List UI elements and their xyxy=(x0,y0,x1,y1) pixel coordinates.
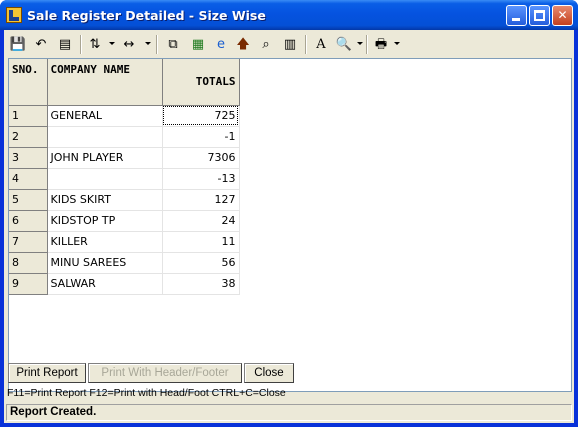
print-with-header-footer-button[interactable]: Print With Header/Footer xyxy=(88,363,242,383)
table-row[interactable]: 4 -13 xyxy=(9,168,240,190)
printer-icon[interactable]: 🖶 xyxy=(372,36,390,54)
row-number: 9 xyxy=(9,273,48,295)
maximize-button[interactable] xyxy=(529,5,550,26)
total-cell[interactable]: 725 xyxy=(162,105,240,127)
title-bar[interactable]: Sale Register Detailed - Size Wise ✕ xyxy=(0,0,578,30)
header-totals[interactable]: TOTALS xyxy=(162,59,240,106)
close-icon: ✕ xyxy=(557,8,568,22)
company-cell[interactable]: SALWAR xyxy=(47,273,163,295)
company-cell[interactable]: JOHN PLAYER xyxy=(47,147,163,169)
printer-dropdown-icon[interactable] xyxy=(394,42,400,45)
toolbar-separator xyxy=(80,35,82,54)
toolbar: 💾 ↶ ▤ ⇅ ↔ ⧉ ▦ e 🡅 ⌕ ▥ A 🔍 🖶 xyxy=(4,30,574,58)
table-row[interactable]: 6 KIDSTOP TP 24 xyxy=(9,210,240,232)
column-width-icon[interactable]: ↔ xyxy=(120,36,138,54)
report-grid[interactable]: SNO. COMPANY NAME TOTALS 1 GENERAL 725 2… xyxy=(8,58,572,392)
row-number: 2 xyxy=(9,126,48,148)
column-width-dropdown-icon[interactable] xyxy=(145,42,151,45)
row-number: 7 xyxy=(9,231,48,253)
toolbar-separator xyxy=(156,35,158,54)
maximize-icon xyxy=(534,10,545,21)
total-cell[interactable]: 127 xyxy=(162,189,240,211)
report-table: SNO. COMPANY NAME TOTALS 1 GENERAL 725 2… xyxy=(9,59,240,295)
print-preview-icon[interactable]: ▤ xyxy=(56,36,74,54)
minimize-button[interactable] xyxy=(506,5,527,26)
row-number: 5 xyxy=(9,189,48,211)
toolbar-separator xyxy=(305,35,307,54)
shortcut-hint: F11=Print Report F12=Print with Head/Foo… xyxy=(7,387,286,399)
header-company-name[interactable]: COMPANY NAME xyxy=(47,59,163,106)
minimize-icon xyxy=(512,18,520,21)
table-row[interactable]: 3 JOHN PLAYER 7306 xyxy=(9,147,240,169)
row-number: 1 xyxy=(9,105,48,127)
table-row[interactable]: 7 KILLER 11 xyxy=(9,231,240,253)
row-number: 6 xyxy=(9,210,48,232)
company-cell[interactable]: KILLER xyxy=(47,231,163,253)
total-cell[interactable]: 11 xyxy=(162,231,240,253)
undo-icon[interactable]: ↶ xyxy=(32,36,50,54)
save-icon[interactable]: 💾 xyxy=(9,36,27,54)
row-number: 4 xyxy=(9,168,48,190)
close-button[interactable]: Close xyxy=(244,363,294,383)
company-cell[interactable]: MINU SAREES xyxy=(47,252,163,274)
chart-icon[interactable]: ▥ xyxy=(281,36,299,54)
company-cell[interactable] xyxy=(47,126,163,148)
header-sno[interactable]: SNO. xyxy=(9,59,48,106)
row-number: 3 xyxy=(9,147,48,169)
header-row: SNO. COMPANY NAME TOTALS xyxy=(9,59,240,106)
company-cell[interactable]: KIDS SKIRT xyxy=(47,189,163,211)
table-row[interactable]: 8 MINU SAREES 56 xyxy=(9,252,240,274)
table-row[interactable]: 2 -1 xyxy=(9,126,240,148)
excel-icon[interactable]: ▦ xyxy=(189,36,207,54)
sort-icon[interactable]: ⇅ xyxy=(86,36,104,54)
table-row[interactable]: 5 KIDS SKIRT 127 xyxy=(9,189,240,211)
internet-explorer-icon[interactable]: e xyxy=(212,36,230,54)
total-cell[interactable]: -13 xyxy=(162,168,240,190)
total-cell[interactable]: 38 xyxy=(162,273,240,295)
toolbar-separator xyxy=(366,35,368,54)
copy-icon[interactable]: ⧉ xyxy=(164,36,182,54)
zoom-dropdown-icon[interactable] xyxy=(357,42,363,45)
sort-dropdown-icon[interactable] xyxy=(109,42,115,45)
row-number: 8 xyxy=(9,252,48,274)
table-row[interactable]: 9 SALWAR 38 xyxy=(9,273,240,295)
close-window-button[interactable]: ✕ xyxy=(552,5,573,26)
up-arrow-icon[interactable]: 🡅 xyxy=(234,36,252,54)
window-client: 💾 ↶ ▤ ⇅ ↔ ⧉ ▦ e 🡅 ⌕ ▥ A 🔍 🖶 SNO. COMPANY… xyxy=(4,30,574,423)
window-title: Sale Register Detailed - Size Wise xyxy=(27,8,266,23)
find-icon[interactable]: ⌕ xyxy=(257,36,275,54)
total-cell[interactable]: 7306 xyxy=(162,147,240,169)
app-icon[interactable] xyxy=(6,7,22,23)
company-cell[interactable]: GENERAL xyxy=(47,105,163,127)
total-cell[interactable]: -1 xyxy=(162,126,240,148)
print-report-button[interactable]: Print Report xyxy=(8,363,86,383)
company-cell[interactable] xyxy=(47,168,163,190)
company-cell[interactable]: KIDSTOP TP xyxy=(47,210,163,232)
report-window: Sale Register Detailed - Size Wise ✕ 💾 ↶… xyxy=(0,0,578,427)
total-cell[interactable]: 24 xyxy=(162,210,240,232)
table-row[interactable]: 1 GENERAL 725 xyxy=(9,105,240,127)
total-cell[interactable]: 56 xyxy=(162,252,240,274)
status-bar: Report Created. xyxy=(6,404,572,421)
font-icon[interactable]: A xyxy=(312,36,330,54)
zoom-icon[interactable]: 🔍 xyxy=(335,36,353,54)
